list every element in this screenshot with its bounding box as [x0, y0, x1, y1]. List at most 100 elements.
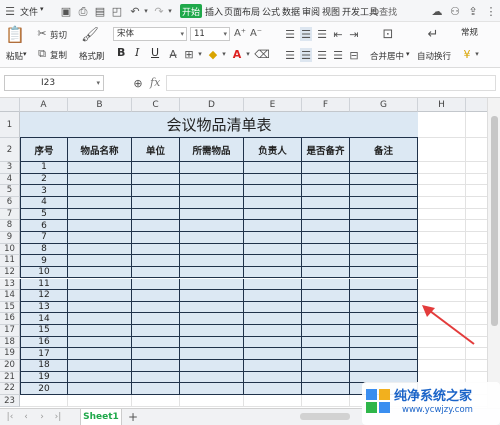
paste-icon[interactable]: 📋: [5, 25, 25, 45]
file-dropdown-icon[interactable]: ▾: [40, 5, 44, 13]
row-header[interactable]: 4: [0, 173, 20, 186]
column-header[interactable]: B: [68, 98, 132, 112]
serial-cell[interactable]: 10: [20, 266, 68, 279]
grid-cell[interactable]: [180, 220, 244, 232]
grid-cell[interactable]: [418, 112, 466, 138]
quick-access-dropdown-icon[interactable]: ▾: [166, 4, 174, 18]
file-menu[interactable]: 文件: [20, 5, 38, 18]
grid-cell[interactable]: [132, 162, 180, 174]
grid-cell[interactable]: [244, 220, 302, 232]
serial-cell[interactable]: 20: [20, 383, 68, 395]
sheet-title[interactable]: 会议物品清单表: [20, 112, 418, 138]
grid-cell[interactable]: [180, 208, 244, 221]
paste-button[interactable]: 粘贴: [6, 50, 23, 62]
grid-cell[interactable]: [180, 360, 244, 372]
grid-cell[interactable]: [180, 336, 244, 349]
undo-icon[interactable]: ↶: [128, 4, 142, 18]
grid-cell[interactable]: [68, 301, 132, 314]
grid-cell[interactable]: [20, 395, 68, 407]
serial-cell[interactable]: 4: [20, 196, 68, 209]
bold-button[interactable]: B: [117, 46, 125, 59]
decrease-font-icon[interactable]: A⁻: [250, 27, 262, 41]
grid-cell[interactable]: [302, 348, 350, 361]
column-header[interactable]: G: [350, 98, 418, 112]
grid-cell[interactable]: [68, 173, 132, 186]
fill-color-dropdown-icon[interactable]: ▾: [221, 47, 227, 61]
grid-cell[interactable]: [244, 348, 302, 361]
grid-cell[interactable]: [132, 301, 180, 314]
grid-cell[interactable]: [180, 371, 244, 384]
vertical-scrollbar[interactable]: [487, 98, 500, 408]
next-sheet-icon[interactable]: ›: [36, 410, 48, 424]
grid-cell[interactable]: [418, 220, 466, 232]
grid-cell[interactable]: [68, 336, 132, 349]
grid-cell[interactable]: [302, 301, 350, 314]
grid-cell[interactable]: [132, 255, 180, 267]
grid-cell[interactable]: [244, 185, 302, 197]
grid-cell[interactable]: [132, 278, 180, 291]
row-header[interactable]: 13: [0, 278, 20, 291]
grid-cell[interactable]: [180, 325, 244, 337]
grid-cell[interactable]: [180, 290, 244, 302]
serial-cell[interactable]: 16: [20, 336, 68, 349]
row-header[interactable]: 5: [0, 185, 20, 197]
grid-cell[interactable]: [418, 231, 466, 244]
clear-format-icon[interactable]: ⌫: [254, 47, 270, 61]
redo-icon[interactable]: ↷: [152, 4, 166, 18]
grid-cell[interactable]: [244, 371, 302, 384]
grid-cell[interactable]: [350, 325, 418, 337]
grid-cell[interactable]: [302, 231, 350, 244]
font-name-select[interactable]: 宋体 ▾: [113, 27, 187, 41]
grid-cell[interactable]: [350, 290, 418, 302]
grid-cell[interactable]: [68, 360, 132, 372]
grid-cell[interactable]: [244, 278, 302, 291]
copy-icon[interactable]: ⧉: [36, 47, 48, 59]
serial-cell[interactable]: 17: [20, 348, 68, 361]
row-header[interactable]: 15: [0, 301, 20, 314]
more-options-icon[interactable]: ⋮: [484, 4, 498, 18]
formula-input[interactable]: [166, 75, 496, 91]
grid-cell[interactable]: [350, 173, 418, 186]
font-color-dropdown-icon[interactable]: ▾: [245, 47, 251, 61]
border-dropdown-icon[interactable]: ▾: [197, 47, 203, 61]
grid-cell[interactable]: [350, 255, 418, 267]
grid-cell[interactable]: [180, 301, 244, 314]
row-header[interactable]: 8: [0, 220, 20, 232]
merge-center-icon[interactable]: ⊡: [380, 25, 396, 43]
collaborate-icon[interactable]: ⚇: [448, 4, 462, 18]
grid-cell[interactable]: [180, 348, 244, 361]
row-header[interactable]: 22: [0, 383, 20, 395]
align-middle-icon[interactable]: ☰: [300, 27, 312, 41]
grid-cell[interactable]: [302, 278, 350, 291]
serial-cell[interactable]: 6: [20, 220, 68, 232]
grid-cell[interactable]: [244, 231, 302, 244]
grid-cell[interactable]: [418, 138, 466, 162]
serial-cell[interactable]: 7: [20, 231, 68, 244]
serial-cell[interactable]: 2: [20, 173, 68, 186]
row-header[interactable]: 6: [0, 196, 20, 209]
grid-cell[interactable]: [418, 266, 466, 279]
add-sheet-button[interactable]: +: [128, 410, 138, 424]
grid-cell[interactable]: [132, 185, 180, 197]
header-cell[interactable]: 单位: [132, 138, 180, 162]
header-cell[interactable]: 所需物品: [180, 138, 244, 162]
grid-cell[interactable]: [180, 266, 244, 279]
indent-increase-icon[interactable]: ⇥: [348, 27, 360, 41]
number-format-select[interactable]: 常规: [458, 27, 498, 41]
grid-cell[interactable]: [132, 208, 180, 221]
grid-cell[interactable]: [180, 231, 244, 244]
grid-cell[interactable]: [418, 348, 466, 361]
grid-cell[interactable]: [350, 162, 418, 174]
row-header[interactable]: 12: [0, 266, 20, 279]
grid-cell[interactable]: [132, 243, 180, 256]
font-color-icon[interactable]: A: [231, 47, 243, 61]
row-header[interactable]: 17: [0, 325, 20, 337]
grid-cell[interactable]: [302, 395, 350, 407]
serial-cell[interactable]: 15: [20, 325, 68, 337]
grid-cell[interactable]: [418, 360, 466, 372]
grid-cell[interactable]: [302, 383, 350, 395]
grid-cell[interactable]: [302, 220, 350, 232]
align-bottom-icon[interactable]: ☰: [316, 27, 328, 41]
grid-cell[interactable]: [132, 266, 180, 279]
cut-button[interactable]: 剪切: [50, 29, 67, 41]
